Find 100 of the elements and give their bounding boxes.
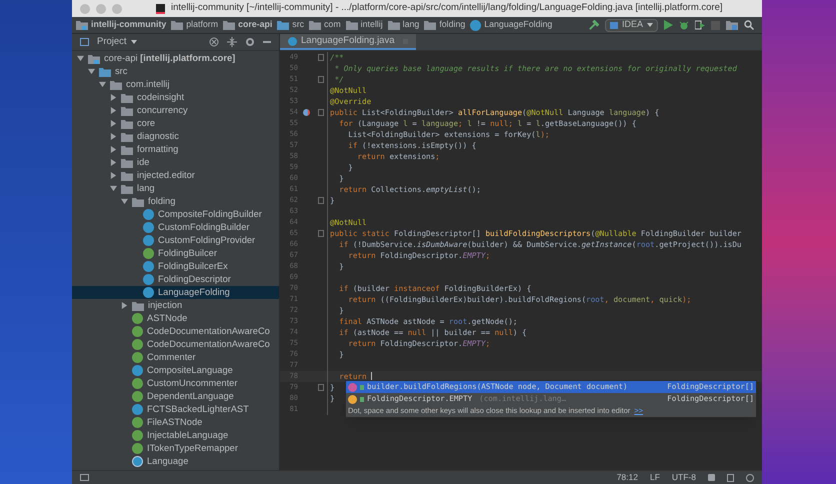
tree-item[interactable]: lang xyxy=(72,182,279,195)
tree-item[interactable]: injected.editor xyxy=(72,169,279,182)
folder-icon xyxy=(121,132,133,142)
tree-item[interactable]: FoldingDescriptor xyxy=(72,273,279,286)
fold-marker-icon[interactable] xyxy=(318,54,324,61)
tree-item[interactable]: ASTNode xyxy=(72,312,279,325)
caret-icon xyxy=(130,40,137,44)
interface-icon xyxy=(132,313,143,324)
class-icon xyxy=(288,36,297,46)
tree-item-label: FoldingDescriptor xyxy=(158,273,231,286)
tree-item[interactable]: injection xyxy=(72,299,279,312)
run-icon[interactable] xyxy=(664,20,673,30)
breadcrumb[interactable]: com xyxy=(309,18,341,32)
breadcrumb[interactable]: src xyxy=(277,18,304,32)
hammer-icon[interactable] xyxy=(588,20,599,30)
tree-item-label: core-api [intellij.platform.core] xyxy=(104,52,236,65)
tree-item[interactable]: folding xyxy=(72,195,279,208)
line-separator[interactable]: LF xyxy=(650,471,660,484)
folder-icon[interactable] xyxy=(726,20,738,30)
debug-bug-icon[interactable] xyxy=(679,20,689,30)
fold-marker-icon[interactable] xyxy=(318,384,324,391)
tree-item[interactable]: ide xyxy=(72,156,279,169)
tree-item[interactable]: ITokenTypeRemapper xyxy=(72,442,279,455)
project-view-dropdown[interactable]: Project xyxy=(97,34,137,50)
notification-icon[interactable] xyxy=(746,474,754,482)
breadcrumb[interactable]: core-api xyxy=(223,18,272,32)
tree-item[interactable]: diagnostic xyxy=(72,130,279,143)
tree-item-label: LanguageFolding xyxy=(158,286,230,299)
tree-item[interactable]: InjectableLanguage xyxy=(72,429,279,442)
interface-icon xyxy=(132,326,143,337)
settings-icon[interactable] xyxy=(245,37,255,47)
locate-icon[interactable] xyxy=(209,37,219,47)
folder-icon xyxy=(346,20,358,30)
tree-item-label: FCTSBackedLighterAST xyxy=(147,403,249,416)
search-icon[interactable] xyxy=(744,20,754,30)
coverage-icon[interactable] xyxy=(695,20,705,30)
tree-item-label: ASTNode xyxy=(147,312,188,325)
tree-item[interactable]: CompositeFoldingBuilder xyxy=(72,208,279,221)
folder-icon xyxy=(99,66,111,76)
field-icon xyxy=(348,394,357,404)
tree-item-label: CompositeLanguage xyxy=(147,364,233,377)
breadcrumb[interactable]: platform xyxy=(171,18,218,32)
tree-item[interactable]: Commenter xyxy=(72,351,279,364)
class-icon xyxy=(143,235,154,246)
fold-marker-icon[interactable] xyxy=(318,230,324,237)
folder-icon xyxy=(121,118,133,128)
breadcrumb[interactable]: lang xyxy=(388,18,420,32)
tree-item[interactable]: CompositeLanguage xyxy=(72,364,279,377)
tree-item[interactable]: LanguageFolding xyxy=(72,286,279,299)
tree-item[interactable]: FoldingBuilcerEx xyxy=(72,260,279,273)
fold-marker-icon[interactable] xyxy=(318,197,324,204)
tree-item[interactable]: codeinsight xyxy=(72,91,279,104)
breadcrumb[interactable]: intellij xyxy=(346,18,383,32)
fold-marker-icon[interactable] xyxy=(318,76,324,83)
tree-item-label: CodeDocumentationAwareCo xyxy=(147,325,270,338)
tree-item[interactable]: FCTSBackedLighterAST xyxy=(72,403,279,416)
class-icon xyxy=(132,404,143,415)
folder-icon xyxy=(110,80,122,90)
interface-icon xyxy=(132,352,143,363)
method-icon xyxy=(348,382,357,392)
folder-icon xyxy=(132,196,144,206)
tree-item[interactable]: concurrency xyxy=(72,104,279,117)
editor-tab[interactable]: LanguageFolding.java xyxy=(280,34,416,50)
tree-item[interactable]: com.intellij xyxy=(72,78,279,91)
tree-item[interactable]: CodeDocumentationAwareCo xyxy=(72,338,279,351)
tool-windows-icon[interactable] xyxy=(80,474,89,481)
interface-icon xyxy=(132,443,143,454)
breadcrumb[interactable]: LanguageFolding xyxy=(470,18,552,32)
tree-item[interactable]: core xyxy=(72,117,279,130)
tree-item[interactable]: core-api [intellij.platform.core] xyxy=(72,52,279,65)
tree-item[interactable]: DependentLanguage xyxy=(72,390,279,403)
tree-item-label: ide xyxy=(137,156,150,169)
tree-item[interactable]: CustomFoldingProvider xyxy=(72,234,279,247)
cursor-position[interactable]: 78:12 xyxy=(616,471,638,484)
tree-item-label: CustomUncommenter xyxy=(147,377,238,390)
tree-item[interactable]: FoldingBuilcer xyxy=(72,247,279,260)
override-marker-icon[interactable] xyxy=(302,109,310,116)
interface-icon xyxy=(132,378,143,389)
tree-item[interactable]: src xyxy=(72,65,279,78)
class-icon xyxy=(470,20,482,30)
breadcrumb[interactable]: intellij-community xyxy=(76,18,166,32)
file-encoding[interactable]: UTF-8 xyxy=(672,471,696,484)
collapse-all-icon[interactable] xyxy=(227,37,237,47)
tree-item[interactable]: CustomFoldingBuilder xyxy=(72,221,279,234)
tree-item[interactable]: CodeDocumentationAwareCo xyxy=(72,325,279,338)
collapse-arrow-icon[interactable] xyxy=(120,302,128,309)
breadcrumb[interactable]: folding xyxy=(424,18,466,32)
class-icon xyxy=(143,261,154,272)
interface-icon xyxy=(132,339,143,350)
tree-item-label: InjectableLanguage xyxy=(147,429,228,442)
run-config-dropdown[interactable]: IDEA xyxy=(604,18,658,32)
interface-icon xyxy=(132,417,143,428)
folder-icon xyxy=(388,20,400,30)
tree-item-label: lang xyxy=(137,182,155,195)
fold-marker-icon[interactable] xyxy=(318,109,324,116)
tree-item[interactable]: formatting xyxy=(72,143,279,156)
tree-item[interactable]: Language xyxy=(72,455,279,468)
tree-item-label: injected.editor xyxy=(137,169,195,182)
tree-item[interactable]: FileASTNode xyxy=(72,416,279,429)
tree-item[interactable]: CustomUncommenter xyxy=(72,377,279,390)
